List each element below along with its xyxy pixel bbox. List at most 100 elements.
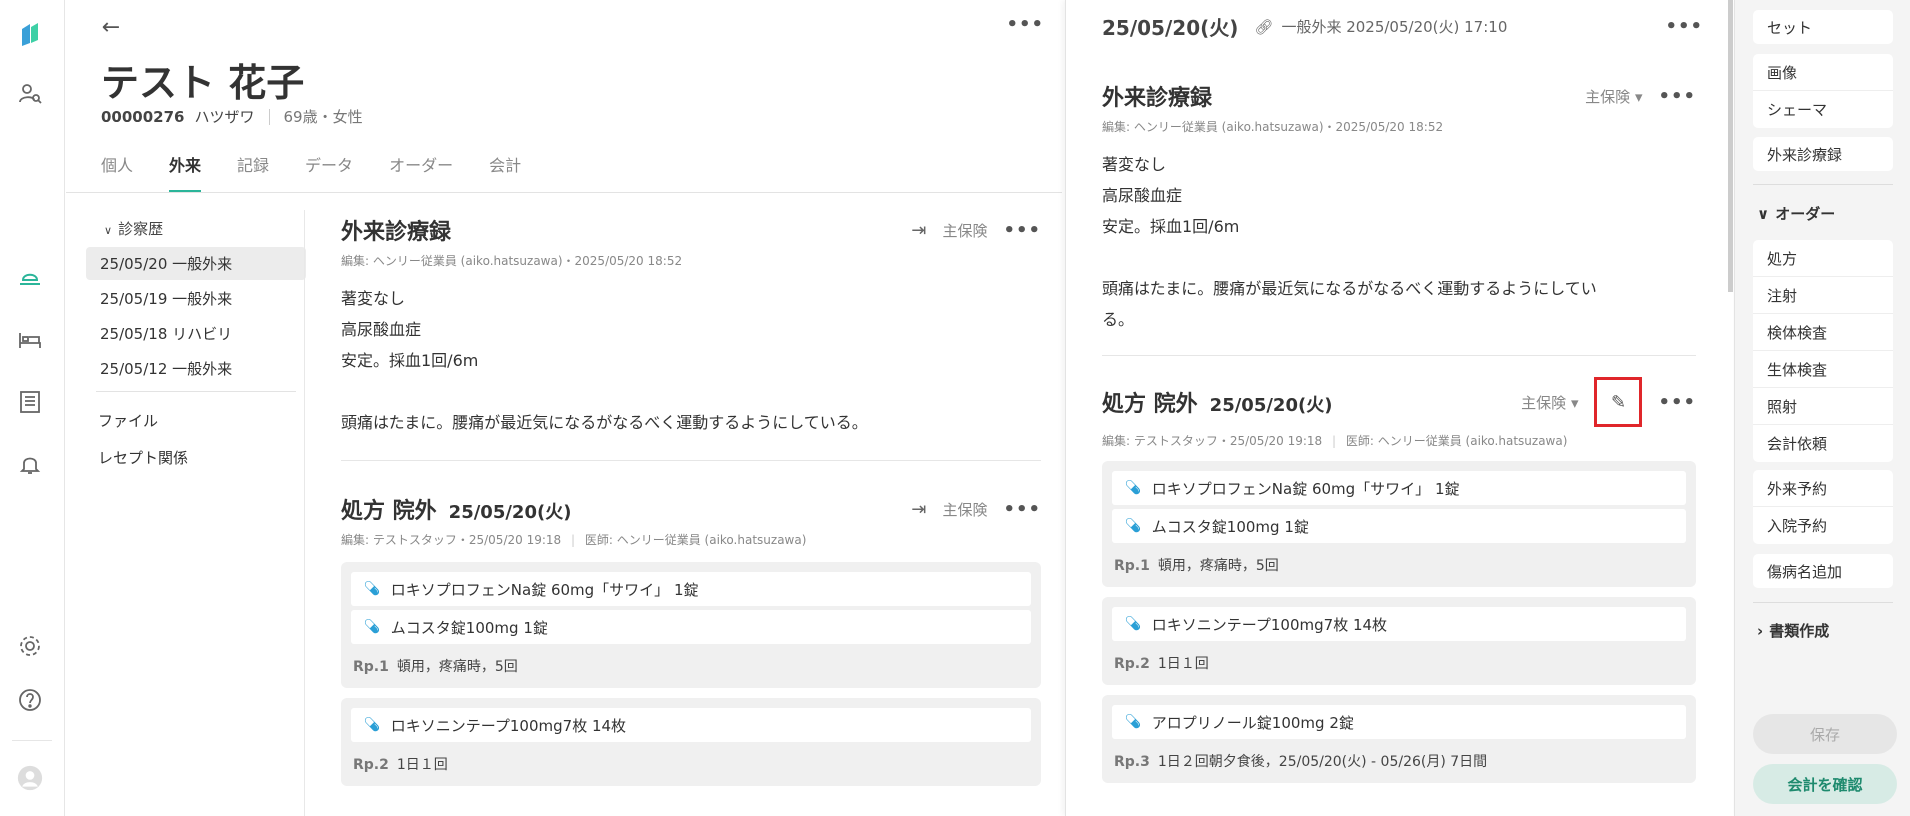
rp-usage-text: 1日２回朝夕食後，25/05/20(火) - 05/26(月) 7日間 [1157,754,1488,770]
order-section-header[interactable]: ∨ オーダー [1757,203,1835,224]
rx-more-icon[interactable]: ••• [1003,499,1041,520]
inpatient-bed-icon[interactable] [14,324,46,356]
detail-record-body[interactable]: 著変なし 高尿酸血症 安定。採血1回/6m 頭痛はたまに。腰痛が最近気になるがな… [1102,149,1696,335]
meta-divider [268,108,270,125]
drug-line: 💊︎ ロキソニンテープ100mg7枚 14枚 [351,708,1031,742]
receipt-link[interactable]: レセプト関係 [86,439,306,476]
order-group: 処方 注射 検体検査 生体検査 照射 会計依頼 [1753,240,1893,462]
detail-rp3-box[interactable]: 💊︎ アロプリノール錠100mg 2錠 Rp.3 1日２回朝夕食後，25/05/20… [1102,695,1696,783]
detail-rx-more-icon[interactable]: ••• [1658,392,1696,413]
main-more-icon[interactable]: ••• [1006,14,1044,35]
order-radiation[interactable]: 照射 [1753,388,1893,425]
patient-kana: ハツザワ [194,108,255,126]
detail-content: 外来診療録 主保険 ▾ ••• 編集: ヘンリー従業員 (aiko.hatsuz… [1102,76,1696,783]
order-injection[interactable]: 注射 [1753,277,1893,314]
rp-label: Rp.3 [1114,754,1150,770]
tab-personal[interactable]: 個人 [101,152,133,193]
insurance-dropdown[interactable]: 主保険 ▾ [1585,86,1642,107]
schema-button[interactable]: シェーマ [1753,91,1893,128]
admission-reservation[interactable]: 入院予約 [1753,507,1893,544]
outpatient-record-button[interactable]: 外来診療録 [1753,137,1893,171]
chevron-down-icon: ∨ [104,224,113,237]
history-item[interactable]: 25/05/12 一般外来 [86,352,306,385]
order-billing-request[interactable]: 会計依頼 [1753,425,1893,462]
patient-age-sex: 69歳・女性 [283,108,363,126]
record-edit-info: 編集: ヘンリー従業員 (aiko.hatsuzawa)・2025/05/20 … [341,254,683,268]
pill-icon: 💊︎ [363,581,381,597]
history-item[interactable]: 25/05/18 リハビリ [86,317,306,350]
history-item[interactable]: 25/05/20 一般外来 [86,247,306,280]
save-button[interactable]: 保存 [1753,714,1897,754]
rx-doctor: 医師: ヘンリー従業員 (aiko.hatsuzawa) [584,533,807,547]
order-physiological-test[interactable]: 生体検査 [1753,351,1893,388]
record-list: 外来診療録 ⇥ 主保険 ••• 編集: ヘンリー従業員 (aiko.hatsuz… [341,210,1041,786]
rx-title-text: 処方 院外 [1102,392,1198,417]
record-line: 著変なし [341,289,406,308]
tab-data[interactable]: データ [305,152,353,193]
linked-visit-text: 一般外来 2025/05/20(火) 17:10 [1281,18,1508,36]
settings-gear-icon[interactable] [14,630,46,662]
patient-search-icon[interactable] [14,78,46,110]
detail-rp2-box[interactable]: 💊︎ ロキソニンテープ100mg7枚 14枚 Rp.2 1日１回 [1102,597,1696,685]
confirm-billing-button[interactable]: 会計を確認 [1753,764,1897,804]
linked-visit[interactable]: 🔗︎ 一般外来 2025/05/20(火) 17:10 [1254,16,1507,37]
record-line: 頭痛はたまに。腰痛が最近気になるがなるべく運動するようにしてい [1102,279,1597,298]
rp1-box[interactable]: 💊︎ ロキソプロフェンNa錠 60mg「サワイ」 1錠 💊︎ ムコスタ錠100mg … [341,562,1041,688]
notification-bell-icon[interactable] [14,448,46,480]
open-in-panel-icon[interactable]: ⇥ [911,499,926,520]
order-header-label: オーダー [1775,205,1836,223]
patient-tabs: 個人 外来 記録 データ オーダー 会計 [101,152,521,193]
pill-icon: 💊︎ [1124,480,1142,496]
rp-usage-text: 頓用，疼痛時，5回 [396,659,518,675]
detail-rp1-box[interactable]: 💊︎ ロキソプロフェンNa錠 60mg「サワイ」 1錠 💊︎ ムコスタ錠100mg … [1102,461,1696,587]
drug-name: アロプリノール錠100mg 2錠 [1151,713,1354,732]
tab-records[interactable]: 記録 [237,152,269,193]
docs-header-label: 書類作成 [1769,622,1830,640]
help-icon[interactable] [14,684,46,716]
files-link[interactable]: ファイル [86,402,306,439]
drug-name: ロキソプロフェンNa錠 60mg「サワイ」 1錠 [390,580,699,599]
order-prescription[interactable]: 処方 [1753,240,1893,277]
chevron-down-icon: ∨ [1757,205,1770,223]
docs-section-header[interactable]: › 書類作成 [1757,620,1829,641]
visit-history: ∨ 診察歴 25/05/20 一般外来 25/05/19 一般外来 25/05/1… [86,210,306,476]
insurance-label[interactable]: 主保険 [942,499,987,520]
insurance-dropdown[interactable]: 主保険 ▾ [1521,392,1578,413]
pill-icon: 💊︎ [1124,714,1142,730]
detail-scrollbar[interactable] [1728,0,1733,292]
rp-label: Rp.2 [1114,656,1150,672]
history-vertical-divider [304,210,305,816]
history-header[interactable]: ∨ 診察歴 [86,210,306,247]
back-arrow-icon[interactable]: ← [96,12,126,42]
outpatient-icon[interactable] [14,262,46,294]
insurance-label: 主保険 [1521,393,1567,412]
drug-line: 💊︎ ロキソニンテープ100mg7枚 14枚 [1112,607,1686,641]
patient-id: 00000276 [101,107,185,126]
user-avatar-icon[interactable] [14,762,46,794]
record-line: 高尿酸血症 [341,320,422,339]
image-button[interactable]: 画像 [1753,54,1893,91]
record-more-icon[interactable]: ••• [1003,220,1041,241]
tab-outpatient[interactable]: 外来 [169,152,202,193]
open-in-panel-icon[interactable]: ⇥ [911,220,926,241]
set-button[interactable]: セット [1753,10,1893,44]
rp-usage: Rp.3 1日２回朝夕食後，25/05/20(火) - 05/26(月) 7日間 [1112,743,1686,773]
rp-usage-text: 1日１回 [396,757,448,773]
outpatient-reservation[interactable]: 外来予約 [1753,470,1893,507]
order-specimen-test[interactable]: 検体検査 [1753,314,1893,351]
detail-record-more-icon[interactable]: ••• [1658,86,1696,107]
insurance-label[interactable]: 主保険 [942,220,987,241]
add-disease-button[interactable]: 傷病名追加 [1753,554,1893,588]
detail-more-icon[interactable]: ••• [1665,16,1703,37]
rp-usage: Rp.2 1日１回 [351,746,1031,776]
rp2-box[interactable]: 💊︎ ロキソニンテープ100mg7枚 14枚 Rp.2 1日１回 [341,698,1041,786]
list-icon[interactable] [14,386,46,418]
tab-billing[interactable]: 会計 [489,152,521,193]
tab-orders[interactable]: オーダー [389,152,453,193]
reservation-group: 外来予約 入院予約 [1753,470,1893,544]
detail-record-edit-info: 編集: ヘンリー従業員 (aiko.hatsuzawa)・2025/05/20 … [1102,120,1444,134]
pill-icon: 💊︎ [1124,616,1142,632]
history-item[interactable]: 25/05/19 一般外来 [86,282,306,315]
edit-pencil-button[interactable]: ✎ [1594,377,1643,427]
app-logo-icon[interactable] [14,18,46,50]
